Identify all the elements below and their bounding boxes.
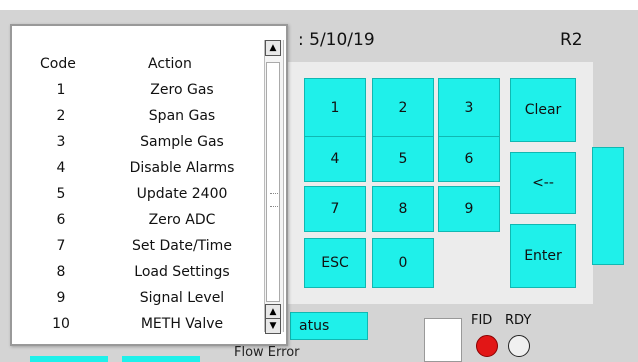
top-bar [0, 0, 638, 10]
fid-indicator-light [476, 335, 498, 357]
key-1[interactable]: 1 [304, 78, 366, 138]
key-6[interactable]: 6 [438, 136, 500, 182]
list-scrollbar[interactable]: ▲ ▲ ▼ [264, 40, 284, 334]
key-5[interactable]: 5 [372, 136, 434, 182]
code-value: 5 [56, 186, 66, 202]
code-value: 2 [56, 108, 66, 124]
key-2[interactable]: 2 [372, 78, 434, 138]
action-value: Update 2400 [136, 186, 228, 202]
fid-label: FID [471, 313, 493, 328]
side-button[interactable] [592, 147, 624, 265]
rdy-label: RDY [505, 313, 532, 328]
clear-button[interactable]: Clear [510, 78, 576, 142]
key-9[interactable]: 9 [438, 186, 500, 232]
code-value: 1 [56, 82, 66, 98]
list-item[interactable]: 10 METH Valve [12, 316, 262, 342]
flow-error-text: Flow Error [234, 345, 300, 360]
enter-button[interactable]: Enter [510, 224, 576, 288]
key-7[interactable]: 7 [304, 186, 366, 232]
action-value: METH Valve [140, 316, 224, 332]
scroll-up-arrow-icon[interactable]: ▲ [265, 40, 281, 56]
code-value: 8 [56, 264, 66, 280]
action-value: Span Gas [148, 108, 216, 124]
esc-button[interactable]: ESC [304, 238, 366, 288]
column-header-code: Code [40, 56, 76, 72]
backspace-button[interactable]: <-- [510, 152, 576, 214]
status-button[interactable]: atus [290, 312, 368, 340]
bottom-button-middle[interactable] [122, 356, 200, 362]
code-value: 7 [56, 238, 66, 254]
list-item[interactable]: 6 Zero ADC [12, 212, 262, 238]
code-list-popup: Code Action 1 Zero Gas 2 Span Gas 3 Samp… [10, 24, 288, 346]
grip-icon [270, 193, 278, 207]
key-4[interactable]: 4 [304, 136, 366, 182]
list-item[interactable]: 2 Span Gas [12, 108, 262, 134]
code-value: 3 [56, 134, 66, 150]
code-value: 9 [56, 290, 66, 306]
scroll-down-arrow-icon[interactable]: ▼ [265, 318, 281, 334]
action-value: Sample Gas [140, 134, 224, 150]
list-item[interactable]: 3 Sample Gas [12, 134, 262, 160]
action-value: Set Date/Time [132, 238, 232, 254]
key-0[interactable]: 0 [372, 238, 434, 288]
code-value: 4 [56, 160, 66, 176]
key-8[interactable]: 8 [372, 186, 434, 232]
action-value: Load Settings [134, 264, 230, 280]
action-value: Zero Gas [150, 82, 214, 98]
indicator-box [424, 318, 462, 362]
list-item[interactable]: 9 Signal Level [12, 290, 262, 316]
date-display: : 5/10/19 [298, 30, 375, 50]
list-item[interactable]: 7 Set Date/Time [12, 238, 262, 264]
list-item[interactable]: 1 Zero Gas [12, 82, 262, 108]
code-value: 6 [56, 212, 66, 228]
action-value: Zero ADC [148, 212, 216, 228]
rdy-indicator-light [508, 335, 530, 357]
list-item[interactable]: 5 Update 2400 [12, 186, 262, 212]
code-value: 10 [52, 316, 70, 332]
list-item[interactable]: 8 Load Settings [12, 264, 262, 290]
action-value: Disable Alarms [129, 160, 235, 176]
column-header-action: Action [148, 56, 192, 72]
bottom-button-left[interactable] [30, 356, 108, 362]
revision-label: R2 [560, 30, 583, 50]
scrollbar-thumb[interactable] [266, 62, 280, 302]
list-item[interactable]: 4 Disable Alarms [12, 160, 262, 186]
action-value: Signal Level [139, 290, 225, 306]
key-3[interactable]: 3 [438, 78, 500, 138]
